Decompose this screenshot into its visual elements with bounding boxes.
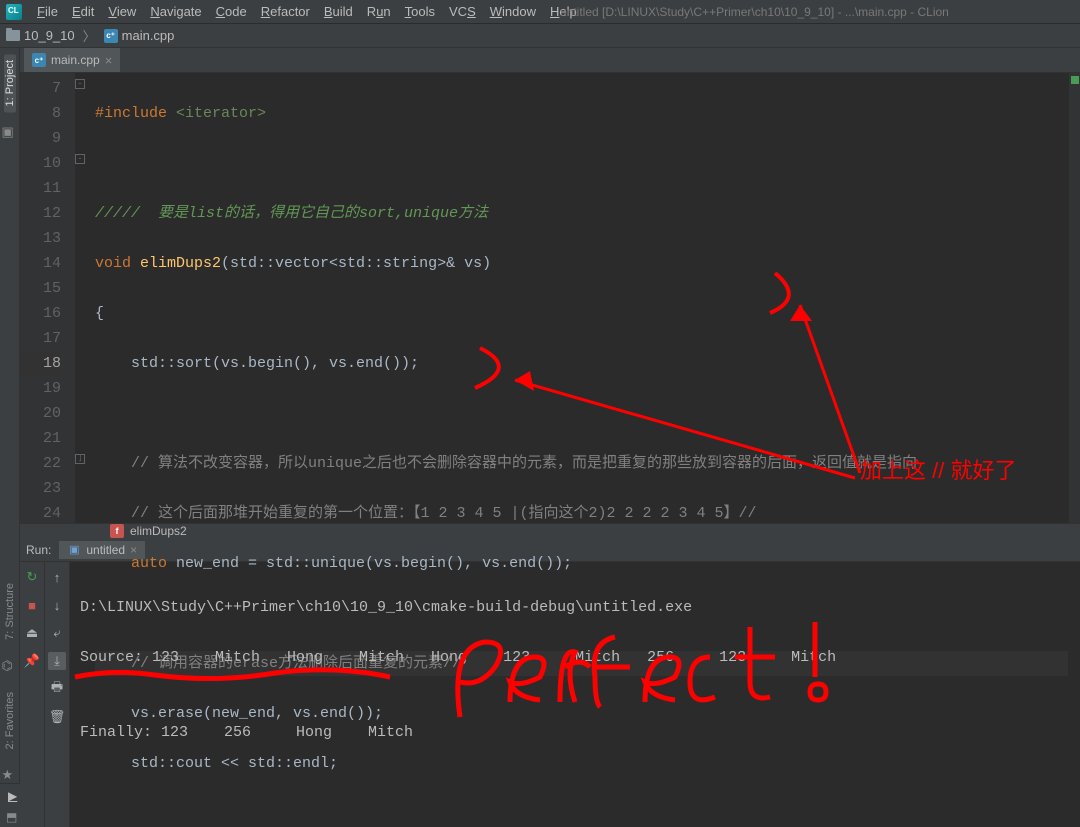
run-panel: Run: ▣ untitled × ↻ ■ ⏏ 📌 ↑ ↓ ⤶ bbox=[20, 538, 1080, 827]
nav-folder-label: 10_9_10 bbox=[24, 28, 75, 43]
chevron-right-icon: 〉 bbox=[81, 26, 98, 45]
menu-code[interactable]: Code bbox=[209, 4, 254, 19]
app-logo-icon bbox=[6, 4, 22, 20]
wrap-button[interactable]: ⤶ bbox=[48, 624, 66, 642]
trash-button[interactable]: 🗑 bbox=[48, 708, 66, 726]
rerun-button[interactable]: ↻ bbox=[23, 568, 41, 586]
menu-edit[interactable]: Edit bbox=[65, 4, 101, 19]
editor-tabbar: c⁺ main.cpp × bbox=[20, 48, 1080, 73]
exit-button[interactable]: ⏏ bbox=[23, 624, 41, 642]
up-button[interactable]: ↑ bbox=[48, 568, 66, 586]
folder-icon: ▣ bbox=[2, 124, 18, 140]
nav-file[interactable]: c⁺ main.cpp bbox=[104, 28, 175, 43]
run-label: Run: bbox=[26, 543, 51, 557]
print-button[interactable]: 🖶 bbox=[48, 680, 66, 698]
folder-icon bbox=[6, 30, 20, 41]
tab-main-cpp[interactable]: c⁺ main.cpp × bbox=[24, 48, 120, 72]
console-output[interactable]: D:\LINUX\Study\C++Primer\ch10\10_9_10\cm… bbox=[70, 562, 1080, 827]
close-icon[interactable]: × bbox=[105, 53, 113, 68]
line-gutter: 789 101112 131415 161718 192021 222324 bbox=[20, 73, 75, 523]
tab-label: main.cpp bbox=[51, 53, 100, 67]
menu-build[interactable]: Build bbox=[317, 4, 360, 19]
nav-file-label: main.cpp bbox=[122, 28, 175, 43]
menu-file[interactable]: File bbox=[30, 4, 65, 19]
square-icon: ▣ bbox=[67, 543, 81, 557]
stop-button[interactable]: ■ bbox=[23, 596, 41, 614]
nav-folder[interactable]: 10_9_10 bbox=[6, 28, 75, 43]
menu-navigate[interactable]: Navigate bbox=[143, 4, 208, 19]
window-title-path: untitled [D:\LINUX\Study\C++Primer\ch10\… bbox=[560, 5, 949, 19]
tool-project[interactable]: 1: Project bbox=[4, 54, 16, 112]
menu-view[interactable]: View bbox=[101, 4, 143, 19]
code-editor[interactable]: 789 101112 131415 161718 192021 222324 -… bbox=[20, 73, 1080, 523]
menu-tools[interactable]: Tools bbox=[398, 4, 442, 19]
info-icon: ⬒ bbox=[6, 810, 17, 824]
tool-favorites[interactable]: 2: Favorites bbox=[4, 686, 16, 755]
annotation-text: 加上这 // 就好了 bbox=[860, 458, 1016, 483]
structure-icon: ⌬ bbox=[2, 658, 18, 674]
run-toolbar-left: ↻ ■ ⏏ 📌 bbox=[20, 562, 45, 827]
run-toolbar-right: ↑ ↓ ⤶ ⤓ 🖶 🗑 bbox=[45, 562, 70, 827]
error-stripe[interactable] bbox=[1068, 73, 1080, 523]
menu-window[interactable]: Window bbox=[483, 4, 543, 19]
menu-refactor[interactable]: Refactor bbox=[254, 4, 317, 19]
navigation-bar: 10_9_10 〉 c⁺ main.cpp bbox=[0, 24, 1080, 48]
cpp-file-icon: c⁺ bbox=[104, 29, 118, 43]
cpp-file-icon: c⁺ bbox=[32, 53, 46, 67]
down-button[interactable]: ↓ bbox=[48, 596, 66, 614]
menubar: File Edit View Navigate Code Refactor Bu… bbox=[0, 0, 1080, 24]
pin-button[interactable]: 📌 bbox=[23, 652, 41, 670]
left-tool-stripe: 1: Project ▣ 7: Structure ⌬ 2: Favorites… bbox=[0, 48, 20, 783]
menu-vcs[interactable]: VCS bbox=[442, 4, 483, 19]
tool-structure[interactable]: 7: Structure bbox=[4, 577, 16, 646]
scroll-end-button[interactable]: ⤓ bbox=[48, 652, 66, 670]
menu-run[interactable]: Run bbox=[360, 4, 398, 19]
star-icon: ★ bbox=[2, 767, 18, 783]
